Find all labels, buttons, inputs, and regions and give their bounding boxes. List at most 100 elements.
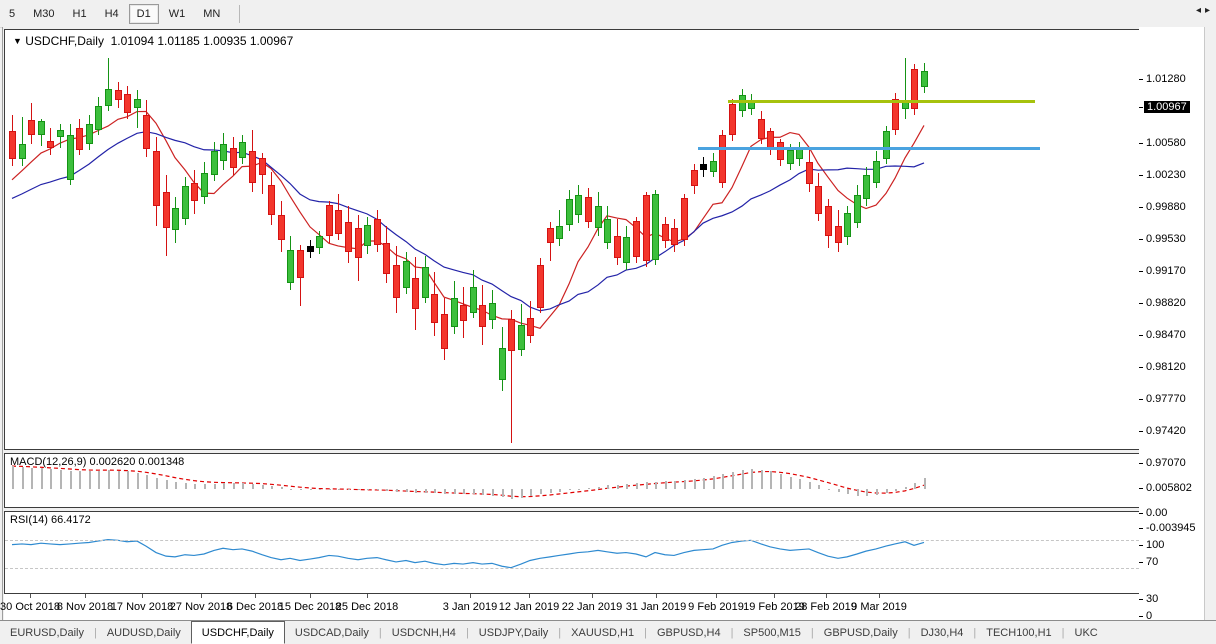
price-axis[interactable]: 1.012801.009671.005801.002300.998800.995… [1139,27,1205,594]
macd-histogram-bar [790,477,792,489]
macd-histogram-bar [60,470,62,489]
macd-histogram-bar [799,479,801,489]
candle [249,151,256,182]
timeframe-button-h4[interactable]: H4 [97,4,127,24]
candle [364,225,371,247]
current-price-tag: 1.00967 [1144,101,1190,113]
macd-histogram-bar [22,467,24,489]
tab-audusd-daily[interactable]: AUDUSD,Daily [97,623,191,643]
macd-histogram-bar [655,482,657,489]
tab-usdjpy-daily[interactable]: USDJPY,Daily [469,623,559,643]
support-ray[interactable] [698,147,1040,150]
candle [316,236,323,248]
macd-histogram-bar [713,476,715,489]
candle [595,206,602,228]
rsi-panel[interactable]: RSI(14) 66.4172 [4,511,1140,594]
tab-gbpusd-daily[interactable]: GBPUSD,Daily [814,623,908,643]
candle [326,205,333,236]
tab-dj30-h4[interactable]: DJ30,H4 [911,623,974,643]
tab-scroll-right-icon[interactable]: ▸ [1205,5,1214,16]
price-chart-panel[interactable]: ▼ USDCHF,Daily 1.01094 1.01185 1.00935 1… [4,29,1140,450]
tab-gbpusd-h4[interactable]: GBPUSD,H4 [647,623,731,643]
macd-histogram-bar [905,487,907,489]
rsi-axis-tick [1139,545,1143,546]
rsi-axis-label: 100 [1146,539,1164,551]
macd-histogram-bar [578,489,580,490]
tab-usdcnh-h4[interactable]: USDCNH,H4 [382,623,466,643]
candle [191,183,198,201]
macd-histogram-bar [348,489,350,490]
rsi-axis-tick [1139,562,1143,563]
macd-histogram-bar [607,485,609,489]
candle [585,197,592,222]
date-axis-label: 12 Jan 2019 [499,601,560,613]
date-axis[interactable]: 30 Oct 20188 Nov 201817 Nov 201827 Nov 2… [4,594,1206,620]
candle [671,228,678,244]
macd-histogram-bar [770,471,772,489]
macd-histogram-bar [175,482,177,489]
candle [806,162,813,184]
tab-ukc[interactable]: UKC [1065,623,1108,643]
macd-histogram-bar [722,474,724,489]
macd-histogram-bar [550,489,552,493]
price-axis-label: 1.00580 [1146,137,1186,149]
timeframe-button-h1[interactable]: H1 [65,4,95,24]
tab-usdchf-daily[interactable]: USDCHF,Daily [191,621,285,644]
candle [508,319,515,352]
candle [604,219,611,243]
macd-histogram-bar [310,489,312,490]
macd-histogram-bar [482,489,484,495]
timeframe-button-5[interactable]: 5 [1,4,23,24]
candle [182,186,189,219]
tab-sp500-m15[interactable]: SP500,M15 [733,623,810,643]
timeframe-button-d1[interactable]: D1 [129,4,159,24]
macd-histogram-bar [137,473,139,489]
macd-histogram-bar [646,482,648,489]
candle [57,130,64,136]
macd-panel[interactable]: MACD(12,26,9) 0.002620 0.001348 [4,453,1140,508]
candle [124,94,131,113]
macd-histogram-bar [530,489,532,496]
timeframe-button-m30[interactable]: M30 [25,4,62,24]
macd-histogram-bar [636,483,638,489]
price-axis-tick [1139,239,1143,240]
mt4-window: 5M30H1H4D1W1MN ▼ USDCHF,Daily 1.01094 1.… [0,0,1216,644]
macd-histogram-bar [818,485,820,489]
candle [28,120,35,135]
price-axis-label: 0.98120 [1146,361,1186,373]
candle-wick [137,90,138,127]
price-axis-tick [1139,431,1143,432]
date-axis-label: 8 Nov 2018 [57,601,113,613]
macd-axis-label: 0.005802 [1146,482,1192,494]
candle [777,142,784,159]
resistance-ray[interactable] [728,100,1035,103]
tab-usdcad-daily[interactable]: USDCAD,Daily [285,623,379,643]
macd-histogram-bar [214,484,216,489]
tab-tech100-h1[interactable]: TECH100,H1 [976,623,1061,643]
price-axis-label: 0.99880 [1146,201,1186,213]
tab-xauusd-h1[interactable]: XAUUSD,H1 [561,623,644,643]
macd-histogram-bar [377,489,379,490]
candle [643,195,650,261]
macd-histogram-bar [569,489,571,490]
macd-histogram-bar [319,489,321,490]
timeframe-button-mn[interactable]: MN [195,4,228,24]
macd-histogram-bar [31,468,33,489]
date-axis-label: 30 Oct 2018 [0,601,60,613]
candle [566,199,573,225]
macd-histogram-bar [406,489,408,492]
macd-histogram-bar [367,489,369,490]
candle [825,206,832,235]
price-axis-tick [1139,143,1143,144]
toolbar-separator [239,5,240,23]
price-axis-label: 0.98470 [1146,329,1186,341]
candle [230,148,237,168]
candle [460,305,467,321]
candle [815,186,822,213]
candle [105,89,112,105]
candle [134,99,141,108]
tab-eurusd-daily[interactable]: EURUSD,Daily [0,623,94,643]
timeframe-button-w1[interactable]: W1 [161,4,194,24]
tab-scroll-left-icon[interactable]: ◂ [1196,5,1205,16]
rsi-level-line-70 [5,540,1139,541]
